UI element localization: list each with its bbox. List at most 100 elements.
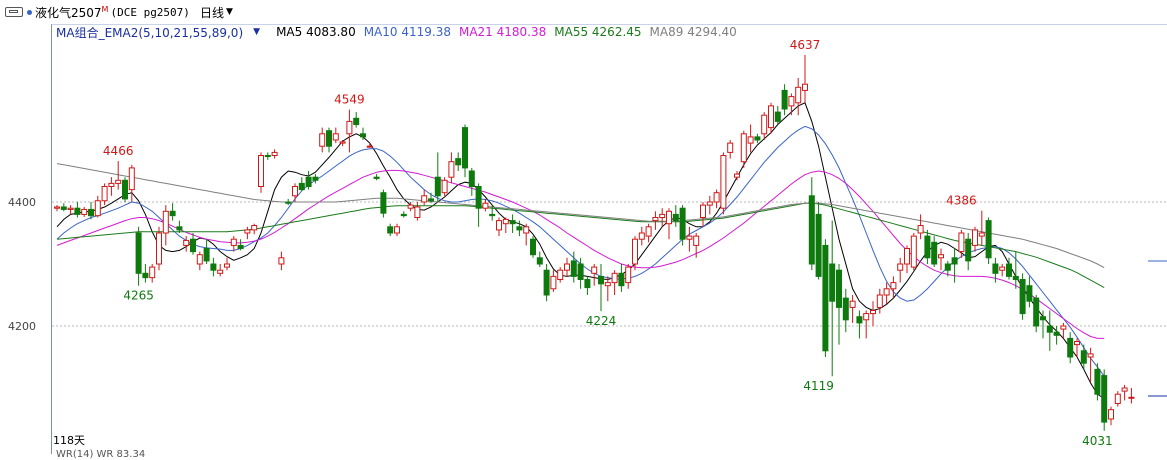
candle[interactable] (863, 310, 870, 339)
candle[interactable] (999, 264, 1006, 277)
candle[interactable] (251, 223, 258, 235)
candle[interactable] (1026, 276, 1033, 308)
candle[interactable] (108, 177, 115, 196)
candle[interactable] (305, 171, 312, 190)
candle[interactable] (271, 149, 278, 159)
candle[interactable] (210, 257, 217, 277)
candle[interactable] (496, 217, 502, 237)
candle[interactable] (618, 264, 625, 292)
candle[interactable] (659, 208, 666, 227)
candle[interactable] (156, 226, 162, 271)
candle[interactable] (924, 229, 931, 264)
candle[interactable] (795, 78, 802, 116)
candle[interactable] (910, 233, 917, 271)
candle[interactable] (1019, 273, 1026, 320)
candle[interactable] (380, 189, 387, 218)
candle[interactable] (700, 202, 706, 227)
candle[interactable] (353, 112, 360, 128)
candle[interactable] (285, 198, 292, 206)
candle[interactable] (74, 202, 81, 218)
candle[interactable] (169, 203, 176, 221)
candle[interactable] (142, 264, 149, 283)
candle[interactable] (298, 177, 305, 191)
candle[interactable] (230, 236, 237, 252)
candle[interactable] (1121, 384, 1128, 401)
candle[interactable] (666, 208, 672, 240)
candle[interactable] (278, 251, 285, 271)
candle[interactable] (530, 236, 536, 258)
candle[interactable] (54, 205, 60, 212)
candle[interactable] (81, 206, 88, 217)
candle[interactable] (237, 239, 244, 251)
candle[interactable] (774, 105, 781, 125)
candle[interactable] (938, 248, 944, 271)
candle[interactable] (870, 301, 876, 326)
candle[interactable] (128, 164, 135, 202)
candle[interactable] (394, 223, 400, 237)
candle[interactable] (332, 127, 339, 144)
candle[interactable] (829, 220, 836, 377)
candle[interactable] (183, 236, 190, 252)
candle[interactable] (523, 223, 530, 246)
candle[interactable] (965, 233, 972, 271)
candle[interactable] (706, 195, 713, 215)
candle[interactable] (604, 276, 611, 302)
candle[interactable] (883, 282, 890, 305)
candle[interactable] (1101, 369, 1108, 431)
candle[interactable] (849, 295, 856, 323)
candle[interactable] (509, 214, 516, 233)
candle[interactable] (373, 174, 380, 181)
candle[interactable] (536, 251, 543, 268)
candle[interactable] (625, 264, 632, 289)
candle[interactable] (638, 226, 645, 246)
candle[interactable] (836, 264, 842, 345)
candle[interactable] (557, 267, 564, 283)
candle[interactable] (60, 203, 67, 212)
candle[interactable] (584, 276, 591, 295)
candle[interactable] (67, 205, 74, 215)
candle[interactable] (985, 217, 992, 265)
candle[interactable] (135, 226, 142, 286)
candle[interactable] (455, 152, 462, 171)
candle[interactable] (856, 310, 863, 339)
candle[interactable] (1046, 310, 1053, 351)
candle[interactable] (312, 174, 319, 184)
candle[interactable] (679, 205, 686, 246)
candle[interactable] (1087, 347, 1094, 382)
candle[interactable] (550, 270, 557, 292)
candle[interactable] (591, 264, 598, 286)
candle[interactable] (802, 55, 808, 103)
candle[interactable] (754, 133, 761, 144)
candle[interactable] (319, 127, 326, 153)
candle[interactable] (815, 202, 822, 280)
candle[interactable] (387, 223, 394, 237)
candle[interactable] (94, 195, 101, 218)
candle[interactable] (808, 177, 815, 271)
candle[interactable] (727, 140, 734, 159)
candle[interactable] (734, 171, 740, 181)
candle[interactable] (414, 202, 421, 221)
candle[interactable] (217, 264, 224, 277)
candle[interactable] (652, 211, 659, 230)
candle[interactable] (162, 205, 169, 246)
candle[interactable] (292, 183, 298, 202)
candle[interactable] (890, 276, 897, 299)
candlestick-chart[interactable]: 4466 4265 4549 4224 4637 4119 4386 4031 (0, 0, 1167, 454)
candle[interactable] (326, 127, 332, 153)
candle[interactable] (441, 177, 448, 196)
candle[interactable] (258, 152, 264, 193)
candle[interactable] (101, 183, 108, 206)
candle[interactable] (686, 226, 693, 252)
candle[interactable] (564, 257, 570, 277)
candle[interactable] (448, 152, 455, 184)
candle[interactable] (502, 217, 509, 234)
candle[interactable] (346, 109, 353, 153)
candle[interactable] (1114, 391, 1121, 407)
candle[interactable] (897, 257, 904, 283)
candle[interactable] (224, 257, 230, 271)
candle[interactable] (747, 124, 754, 153)
candle[interactable] (421, 189, 428, 206)
candle[interactable] (672, 205, 679, 227)
candle[interactable] (203, 239, 210, 264)
candle[interactable] (822, 239, 829, 357)
